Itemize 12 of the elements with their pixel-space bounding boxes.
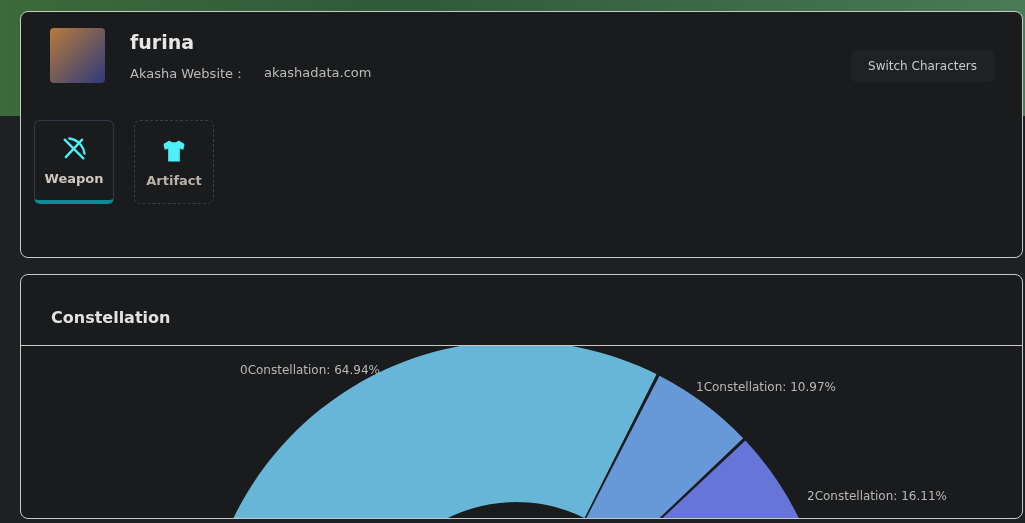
avatar-placeholder <box>50 28 105 83</box>
bow-icon <box>60 135 88 163</box>
section-title: Constellation <box>21 275 1022 346</box>
character-name: furina <box>130 31 196 53</box>
website-link[interactable]: akashadata.com <box>264 65 372 83</box>
tab[interactable]: Artifact <box>134 120 214 204</box>
website-label: Akasha Website： <box>130 65 247 83</box>
slice-label: 1Constellation: 10.97% <box>696 380 836 394</box>
switch-characters-button[interactable]: Switch Characters <box>851 50 994 82</box>
tab[interactable]: Weapon <box>34 120 114 204</box>
slice-label: 2Constellation: 16.11% <box>807 489 947 503</box>
slice-label: 0Constellation: 64.94% <box>240 363 380 377</box>
